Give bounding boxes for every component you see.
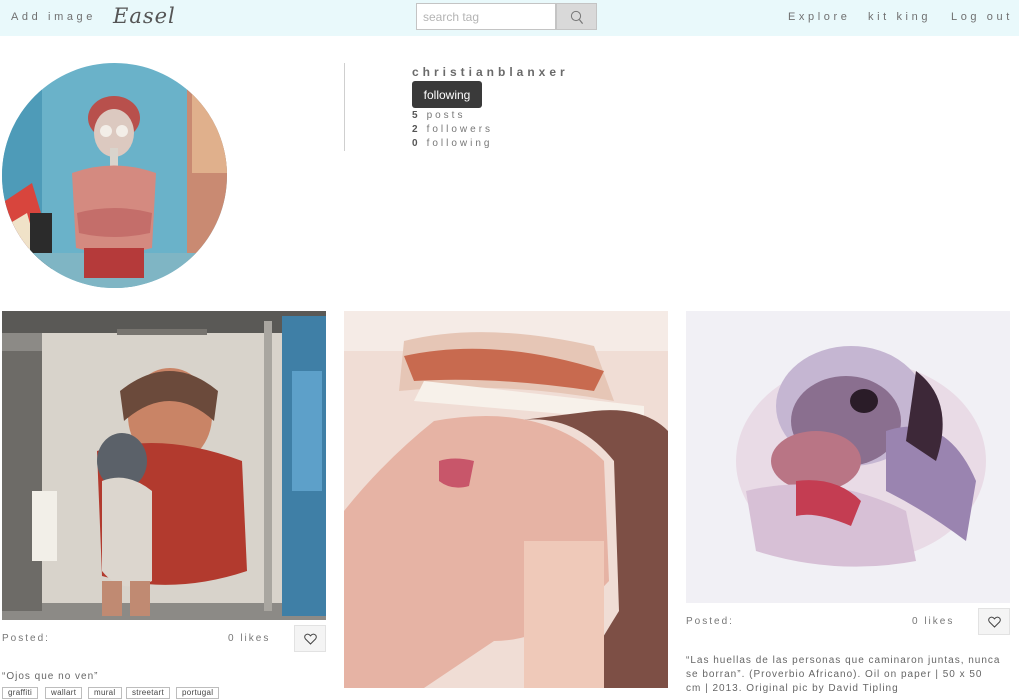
top-navigation-bar: Add image Easel Explore kit king Log out	[0, 0, 1019, 36]
posts-stat: 5 posts	[412, 110, 465, 121]
profile-divider	[344, 63, 345, 151]
post-likes-count: 0 likes	[228, 633, 271, 644]
post-posted-label: Posted:	[2, 633, 50, 644]
heart-icon	[988, 616, 1001, 628]
profile-link[interactable]: kit king	[868, 11, 931, 23]
post-caption-line: “Las huellas de las personas que caminar…	[686, 655, 1001, 666]
heart-icon	[304, 633, 317, 645]
tag-portugal[interactable]: portugal	[176, 687, 220, 699]
following-button[interactable]: following	[412, 81, 482, 108]
logout-link[interactable]: Log out	[951, 11, 1013, 23]
woman-painting-artwork	[344, 311, 668, 688]
post-image-child-mural[interactable]	[2, 311, 326, 620]
post-image-chimp-painting[interactable]	[686, 311, 1010, 603]
tag-graffiti[interactable]: graffiti	[2, 687, 39, 699]
profile-avatar	[2, 63, 227, 288]
post-caption-line: cm | 2013. Original pic by David Tipling	[686, 683, 899, 694]
followers-count: 2	[412, 124, 421, 135]
following-stat[interactable]: 0 following	[412, 138, 492, 149]
search-button[interactable]	[556, 3, 597, 30]
avatar-artwork	[2, 63, 227, 288]
posts-label: posts	[426, 110, 466, 121]
post-image-woman-painting[interactable]	[344, 311, 668, 688]
app-logo[interactable]: Easel	[113, 4, 176, 28]
tag-wallart[interactable]: wallart	[45, 687, 83, 699]
profile-username: christianblanxer	[412, 65, 569, 79]
chimp-painting-artwork	[686, 311, 1010, 603]
like-button[interactable]	[294, 625, 326, 652]
following-count: 0	[412, 138, 421, 149]
post-caption-line: se borran”. (Proverbio Africano). Oil on…	[686, 669, 983, 680]
child-mural-artwork	[2, 311, 326, 620]
followers-label: followers	[426, 124, 494, 135]
post-likes-count: 0 likes	[912, 616, 955, 627]
tag-streetart[interactable]: streetart	[126, 687, 171, 699]
post-posted-label: Posted:	[686, 616, 734, 627]
following-label: following	[426, 138, 493, 149]
like-button[interactable]	[978, 608, 1010, 635]
followers-stat[interactable]: 2 followers	[412, 124, 493, 135]
posts-count: 5	[412, 110, 421, 121]
search-bar	[416, 3, 597, 30]
search-icon	[570, 10, 584, 24]
post-caption: “Ojos que no ven”	[2, 671, 99, 682]
search-input[interactable]	[416, 3, 556, 30]
add-image-link[interactable]: Add image	[11, 11, 96, 23]
tag-mural[interactable]: mural	[88, 687, 122, 699]
explore-link[interactable]: Explore	[788, 11, 851, 23]
